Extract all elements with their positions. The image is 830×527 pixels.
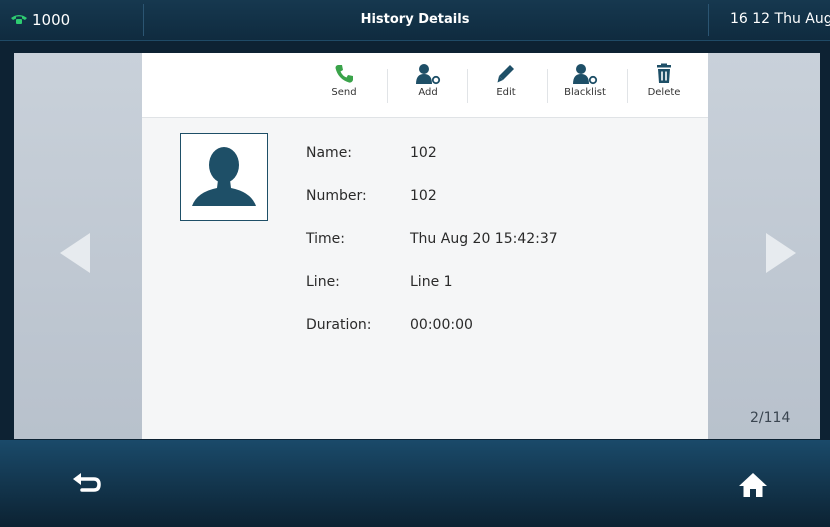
main-content: Send Add Edit Blacklist Delete Name: 102… — [14, 53, 820, 439]
blacklist-contact-icon — [555, 63, 615, 85]
contact-avatar — [180, 133, 268, 221]
date-time: 16 12 Thu Aug 20 — [730, 11, 830, 27]
page-title: History Details — [360, 12, 470, 27]
action-toolbar: Send Add Edit Blacklist Delete — [142, 53, 708, 118]
back-button[interactable] — [70, 470, 104, 500]
phone-handset-icon — [314, 63, 374, 85]
send-label: Send — [331, 87, 357, 98]
duration-value: 00:00:00 — [410, 317, 473, 333]
time-value: Thu Aug 20 15:42:37 — [410, 231, 558, 247]
blacklist-label: Blacklist — [564, 87, 606, 98]
name-label: Name: — [306, 145, 353, 161]
home-icon — [736, 473, 770, 504]
name-value: 102 — [410, 145, 437, 161]
toolbar-divider — [627, 69, 628, 103]
line-value: Line 1 — [410, 274, 453, 290]
toolbar-divider — [547, 69, 548, 103]
send-button[interactable]: Send — [314, 59, 374, 113]
record-counter: 2/114 — [750, 410, 791, 426]
add-label: Add — [418, 87, 438, 98]
home-button[interactable] — [736, 470, 770, 500]
duration-label: Duration: — [306, 317, 372, 333]
number-label: Number: — [306, 188, 367, 204]
pencil-icon — [476, 63, 536, 85]
add-contact-icon — [398, 63, 458, 85]
time-label: Time: — [306, 231, 345, 247]
toolbar-divider — [387, 69, 388, 103]
status-bar: 1000 History Details 16 12 Thu Aug 20 — [0, 0, 830, 41]
back-arrow-icon — [70, 473, 104, 504]
blacklist-button[interactable]: Blacklist — [555, 59, 615, 113]
delete-label: Delete — [647, 87, 681, 98]
edit-label: Edit — [496, 87, 516, 98]
history-detail-panel: Send Add Edit Blacklist Delete Name: 102… — [142, 53, 708, 439]
previous-record-arrow-icon[interactable] — [60, 233, 90, 273]
divider — [708, 4, 709, 36]
line-label: Line: — [306, 274, 340, 290]
next-record-arrow-icon[interactable] — [766, 233, 796, 273]
add-button[interactable]: Add — [398, 59, 458, 113]
edit-button[interactable]: Edit — [476, 59, 536, 113]
number-value: 102 — [410, 188, 437, 204]
toolbar-divider — [467, 69, 468, 103]
bottom-bar — [0, 440, 830, 527]
delete-button[interactable]: Delete — [634, 59, 694, 113]
trash-icon — [634, 63, 694, 85]
person-silhouette-icon — [181, 147, 267, 224]
